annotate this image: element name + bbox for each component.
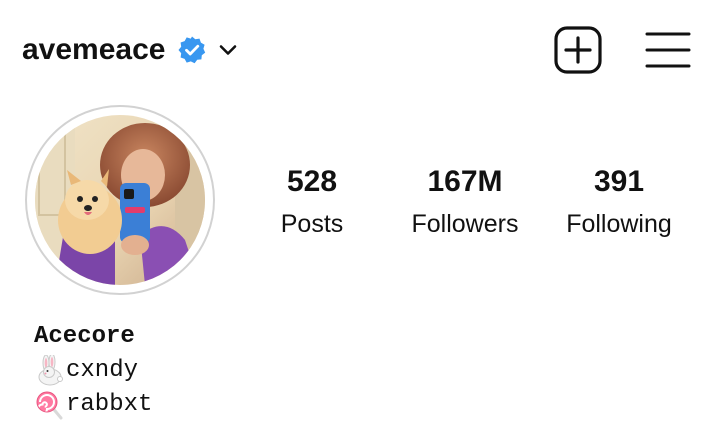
bio-line: rabbxt (34, 388, 152, 422)
bio-line: cxndy (34, 353, 152, 388)
following-label: Following (566, 210, 672, 238)
followers-label: Followers (411, 210, 519, 238)
plus-square-icon[interactable] (553, 25, 603, 75)
bio-line-text: cxndy (66, 357, 139, 384)
profile-avatar[interactable] (25, 105, 215, 295)
lollipop-emoji-icon (34, 389, 66, 421)
chevron-down-icon[interactable] (217, 39, 239, 61)
hamburger-menu-icon[interactable] (645, 28, 691, 72)
bio-display-name: Acecore (34, 323, 135, 350)
stat-followers[interactable]: 167M Followers (395, 160, 535, 244)
profile-photo (35, 115, 205, 285)
profile-header: avemeace (0, 0, 720, 100)
account-switcher[interactable]: avemeace (22, 30, 239, 70)
followers-count: 167M (427, 165, 503, 198)
stat-following[interactable]: 391 Following (555, 160, 683, 244)
posts-label: Posts (280, 210, 344, 238)
rabbit-emoji-icon (34, 353, 66, 387)
posts-count: 528 (286, 165, 338, 198)
stat-posts[interactable]: 528 Posts (262, 160, 362, 244)
following-count: 391 (593, 165, 645, 198)
username: avemeace (22, 33, 166, 66)
profile-bio: Acecore cxndy rabbxt (34, 320, 152, 422)
verified-badge-icon (177, 35, 207, 65)
bio-line-text: rabbxt (66, 391, 153, 418)
